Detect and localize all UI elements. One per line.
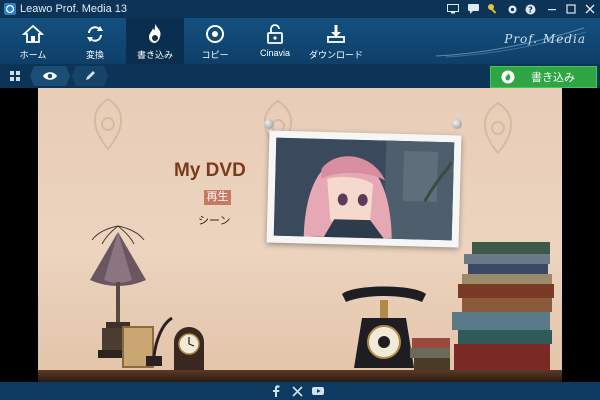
tool-label: 書き込み	[136, 50, 173, 60]
close-icon[interactable]	[583, 2, 597, 16]
brand-logo: Prof. Media	[436, 26, 586, 58]
cinavia-lock-icon	[267, 24, 283, 44]
damask-ornament-icon	[93, 97, 123, 151]
burn-button[interactable]: 書き込み	[490, 66, 597, 88]
tab-preview[interactable]	[30, 66, 70, 86]
burn-disc-icon	[501, 70, 515, 84]
app-logo-icon	[4, 3, 16, 15]
shelf	[38, 370, 562, 382]
tool-label: コピー	[201, 50, 229, 60]
copy-icon	[206, 25, 224, 43]
pencil-icon	[86, 71, 95, 80]
tab-grid-view[interactable]	[4, 66, 26, 86]
monitor-icon[interactable]	[446, 2, 460, 16]
tool-convert[interactable]: 変換	[66, 18, 124, 64]
tool-cinavia[interactable]: Cinavia	[246, 18, 304, 64]
dvd-scene-button[interactable]: シーン	[198, 212, 230, 228]
damask-ornament-icon	[483, 101, 513, 155]
facebook-icon[interactable]	[270, 385, 282, 397]
quill-icon	[146, 316, 173, 366]
tool-label: Cinavia	[259, 48, 290, 58]
dvd-menu-preview: My DVD 再生 シーン	[0, 88, 600, 382]
tool-home[interactable]: ホーム	[4, 18, 62, 64]
dvd-play-button[interactable]: 再生	[204, 190, 231, 205]
tool-burn[interactable]: 書き込み	[126, 18, 184, 64]
tool-copy[interactable]: コピー	[186, 18, 244, 64]
book-stack-icon	[410, 242, 554, 370]
home-icon	[22, 24, 44, 43]
video-thumbnail-frame	[266, 130, 462, 248]
dvd-menu-background: My DVD 再生 シーン	[38, 88, 562, 382]
key-icon[interactable]	[486, 2, 500, 16]
app-window: Leawo Prof. Media 13 ? ホーム 変換 書き込み コピー C…	[0, 0, 600, 400]
brand-text: Prof. Media	[504, 32, 586, 46]
chat-icon[interactable]	[466, 2, 480, 16]
help-icon[interactable]: ?	[523, 2, 537, 16]
tool-download[interactable]: ダウンロード	[306, 18, 366, 64]
convert-icon	[87, 26, 103, 42]
eye-icon	[43, 72, 57, 80]
x-icon[interactable]	[291, 385, 303, 397]
burn-button-label: 書き込み	[531, 72, 575, 84]
tool-label: ホーム	[19, 50, 47, 60]
tab-edit[interactable]	[72, 66, 108, 86]
dvd-menu-title: My DVD	[174, 160, 246, 181]
maximize-icon[interactable]	[564, 2, 578, 16]
pin-icon	[264, 119, 274, 129]
svg-text:?: ?	[528, 5, 533, 14]
grid-icon	[9, 71, 20, 81]
download-icon	[327, 25, 345, 43]
tool-label: 変換	[85, 50, 104, 60]
main-toolbar: ホーム 変換 書き込み コピー Cinavia ダウンロード Prof. Med…	[0, 18, 600, 64]
video-thumbnail	[273, 137, 455, 241]
pin-icon	[452, 119, 462, 129]
anime-character-thumbnail-icon	[273, 137, 455, 241]
minimize-icon[interactable]	[545, 2, 559, 16]
title-bar: Leawo Prof. Media 13 ?	[0, 0, 600, 18]
footer-social-bar	[0, 382, 600, 400]
window-title: Leawo Prof. Media 13	[20, 3, 128, 15]
tool-label: ダウンロード	[308, 50, 363, 60]
settings-gear-icon[interactable]	[505, 2, 519, 16]
burn-icon	[149, 24, 161, 43]
youtube-icon[interactable]	[312, 385, 324, 397]
clock-icon	[174, 327, 204, 370]
